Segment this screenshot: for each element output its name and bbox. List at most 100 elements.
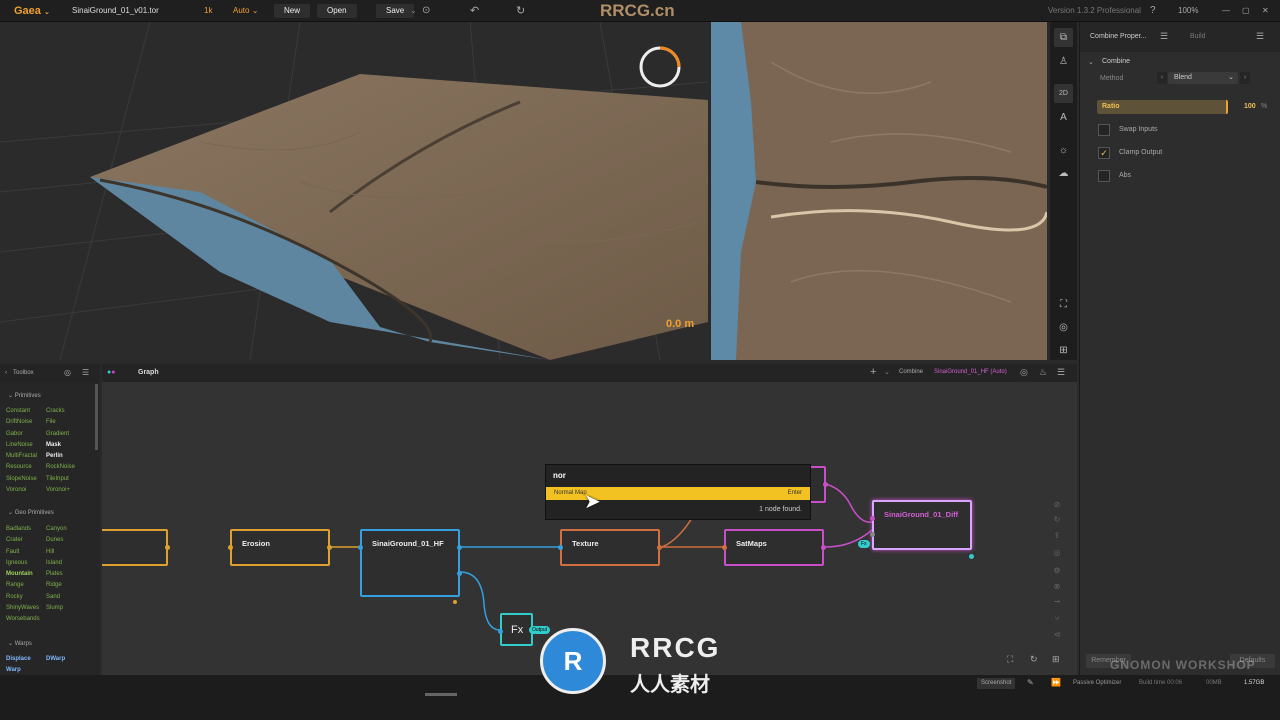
tool-item[interactable]: Mountain [6,571,33,577]
tool-item[interactable]: Canyon [46,526,67,532]
section-geo-primitives[interactable]: ⌄ Geo Primitives [8,509,54,516]
open-button[interactable]: Open [317,4,357,18]
input-port[interactable] [722,545,727,550]
method-dropdown[interactable]: Blend ⌄ [1168,72,1238,84]
share-icon[interactable]: ⊲ [1052,630,1062,640]
viewport-3d[interactable]: 0.0 m [0,22,708,360]
settings-icon[interactable]: ⚙ [1052,566,1062,576]
app-menu[interactable]: Gaea ⌄ [14,0,50,22]
frame-icon[interactable]: ⛶ [1054,295,1073,314]
screenshot-button[interactable]: Screenshot [977,678,1016,689]
section-primitives[interactable]: ⌄ Primitives [8,392,41,399]
ratio-slider[interactable]: Ratio [1097,100,1228,114]
tool-item[interactable]: RockNoise [46,464,75,470]
close-icon[interactable]: ✕ [1262,0,1269,22]
tool-item[interactable]: LineNoise [6,442,33,448]
section-warps[interactable]: ⌄ Warps [8,640,32,647]
tool-item[interactable]: Fault [6,549,19,555]
link-icon[interactable]: ⊗ [1052,582,1062,592]
input-port[interactable] [870,532,875,537]
input-port[interactable] [498,629,503,634]
tool-item[interactable]: ShinyWaves [6,605,39,611]
disable-icon[interactable]: ⊘ [1052,500,1062,510]
tool-item[interactable]: MultiFractal [6,453,37,459]
tool-item[interactable]: DWarp [46,656,65,662]
input-port[interactable] [228,545,233,550]
tool-item[interactable]: Hill [46,549,54,555]
text-tool-icon[interactable]: A [1054,108,1073,127]
view-2d-button[interactable]: 2D [1054,84,1073,103]
resolution-dropdown[interactable]: 1k [204,0,212,22]
output-port[interactable] [657,545,662,550]
tool-item[interactable]: File [46,419,56,425]
input-port[interactable] [358,545,363,550]
target-icon[interactable]: ◎ [1052,548,1062,558]
collapse-icon[interactable]: ‹ [5,370,7,376]
save-dropdown-icon[interactable]: ⌄ [410,0,417,22]
output-port[interactable] [969,554,974,559]
tool-item[interactable]: Perlin [46,453,63,459]
tool-item[interactable]: Voronoi [6,487,26,493]
minimize-icon[interactable]: — [1222,0,1230,22]
viewport-2d[interactable] [711,22,1047,360]
grid-icon[interactable]: ⊞ [1052,654,1060,665]
method-prev-icon[interactable]: ‹ [1157,72,1167,84]
swap-inputs-checkbox[interactable]: Swap Inputs [1098,123,1248,137]
help-icon[interactable]: ? [1150,0,1156,22]
collapse-icon[interactable]: ⌄ [1088,58,1094,66]
node-sinaiground-hf[interactable]: SinaiGround_01_HF [358,529,462,597]
tool-item[interactable]: Gabor [6,431,23,437]
tool-item[interactable]: Cracks [46,408,65,414]
export-icon[interactable]: ⇪ [1052,531,1062,541]
fit-icon[interactable]: ⛶ [1007,654,1013,665]
fast-forward-icon[interactable]: ⏩ [1051,678,1061,687]
tool-item[interactable]: Dunes [46,537,63,543]
zoom-dropdown[interactable]: 100% [1178,0,1198,22]
search-input[interactable]: nor [553,471,566,480]
fx-badge[interactable]: Fx [858,540,870,548]
tool-item[interactable]: Constant [6,408,30,414]
tool-item[interactable]: SlopeNoise [6,476,37,482]
tool-item[interactable]: TileInput [46,476,69,482]
tool-item[interactable]: Resource [6,464,32,470]
input-port[interactable] [558,545,563,550]
tool-item[interactable]: Igneous [6,560,27,566]
checkbox-box[interactable] [1098,170,1110,182]
cloud-icon[interactable]: ☁ [1054,164,1073,183]
tool-item[interactable]: Warp [6,667,21,673]
checkbox-box[interactable]: ✓ [1098,147,1110,159]
tool-item[interactable]: Worsebands [6,616,40,622]
node-satmaps[interactable]: SatMaps [722,529,826,566]
maximize-icon[interactable]: ▢ [1242,0,1250,22]
output-port[interactable] [457,545,462,550]
redo-icon[interactable]: ↻ [516,0,525,22]
node-texture[interactable]: Texture [558,529,662,566]
node-partial-left[interactable] [102,529,170,566]
output-port[interactable] [457,571,462,576]
undo-icon[interactable]: ↶ [470,0,479,22]
menu-icon[interactable]: ☰ [82,368,89,377]
eye-icon[interactable]: ◎ [64,368,71,377]
new-button[interactable]: New [274,4,311,18]
tool-item[interactable]: Badlands [6,526,31,532]
pencil-icon[interactable]: ✎ [1027,678,1034,687]
grid-icon[interactable]: ⊞ [1054,341,1073,360]
save-button[interactable]: Save [376,4,415,18]
input-port[interactable] [870,516,875,521]
tool-item[interactable]: Ridge [46,582,62,588]
tool-item[interactable]: Sand [46,594,60,600]
horizontal-scrollbar[interactable] [425,693,457,696]
node-sinaiground-diff[interactable]: SinaiGround_01_Diff [870,500,974,559]
tool-item[interactable]: Range [6,582,24,588]
method-next-icon[interactable]: › [1240,72,1250,84]
tool-item[interactable]: DriftNoise [6,419,32,425]
ratio-value[interactable]: 100 [1244,103,1256,110]
target-icon[interactable]: ⊙ [422,0,430,22]
tool-item[interactable]: Slump [46,605,63,611]
tool-item[interactable]: Gradient [46,431,69,437]
node-erosion[interactable]: Erosion [228,529,332,566]
output-port[interactable] [821,545,826,550]
user-icon[interactable]: ♙ [1054,52,1073,71]
compass-icon[interactable]: ◎ [1054,318,1073,337]
tool-item[interactable]: Voronoi+ [46,487,70,493]
